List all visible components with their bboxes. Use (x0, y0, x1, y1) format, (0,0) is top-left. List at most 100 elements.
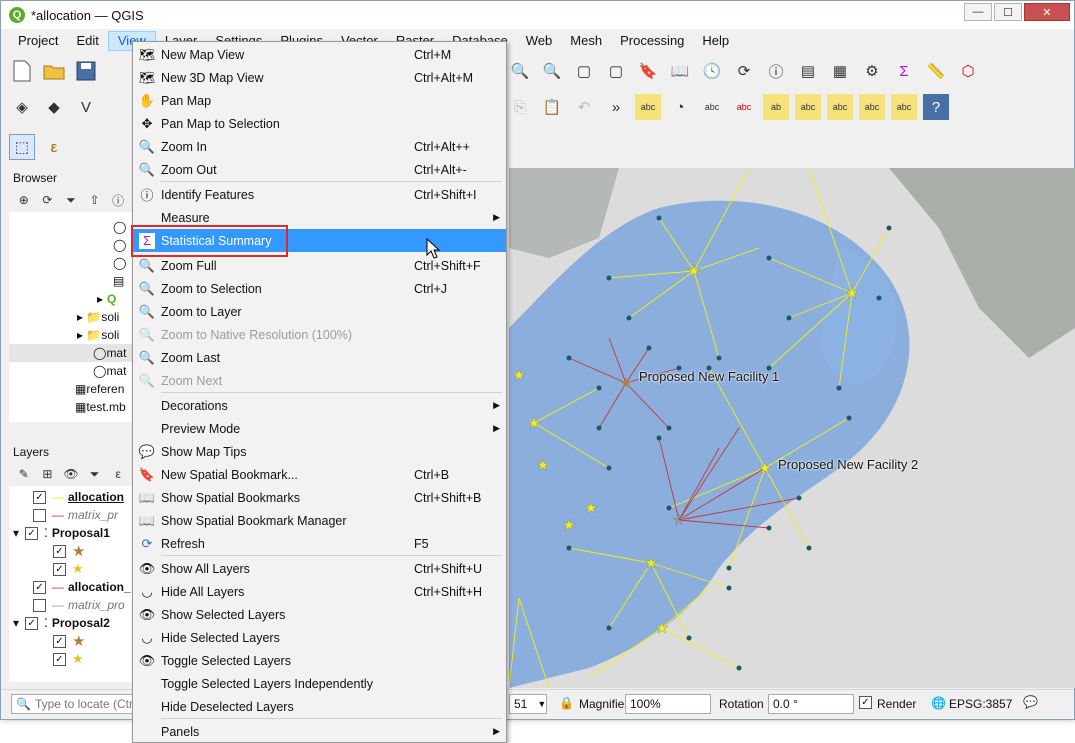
layer-row[interactable]: ✓ — allocation_ (9, 578, 133, 596)
layer-checkbox[interactable] (33, 598, 46, 612)
menu-item-zoom-out[interactable]: 🔍 Zoom Out Ctrl+Alt+- (133, 158, 506, 181)
menu-item-show-spatial-bookmarks[interactable]: 📖 Show Spatial Bookmarks Ctrl+Shift+B (133, 486, 506, 509)
layer-checkbox[interactable]: ✓ (25, 526, 39, 540)
scale-field[interactable]: 51 ▼ (509, 694, 547, 714)
layer-row[interactable]: ▾ ✓ ⁚ Proposal2 (9, 614, 133, 632)
label-pin2-icon[interactable]: ab (763, 94, 789, 120)
eye-icon[interactable]: 👁 (62, 465, 80, 483)
label-view-icon[interactable]: abc (795, 94, 821, 120)
layer-row[interactable]: — matrix_pr (9, 506, 133, 524)
rotation-field[interactable]: 0.0 ° (768, 694, 854, 714)
layer-checkbox[interactable]: ✓ (25, 616, 39, 630)
browser-item[interactable]: ◯ mat (9, 362, 133, 380)
style-brush-icon[interactable]: ✎ (15, 465, 33, 483)
layer-checkbox[interactable]: ✓ (53, 652, 66, 666)
lock-icon[interactable]: 🔒 (559, 696, 574, 710)
menu-item-toggle-selected-layers[interactable]: 👁 Toggle Selected Layers (133, 649, 506, 672)
maximize-button[interactable]: ☐ (994, 3, 1022, 21)
close-button[interactable]: ✕ (1024, 3, 1070, 21)
menu-web[interactable]: Web (517, 31, 562, 51)
browser-item[interactable]: ◯ mat (9, 344, 133, 362)
browser-item[interactable]: ◯ (9, 236, 133, 254)
layer-class-row[interactable]: ✓ ★ (9, 560, 133, 578)
new-3d-view-tool-icon[interactable]: ▢ (603, 58, 629, 84)
copy-icon[interactable]: ⎘ (507, 94, 533, 120)
layer-checkbox[interactable]: ✓ (33, 580, 46, 594)
menu-item-zoom-to-layer[interactable]: 🔍 Zoom to Layer (133, 300, 506, 323)
browser-item-folder[interactable]: ▸ 📁 soli (9, 326, 133, 344)
label-abc-icon[interactable]: abc (635, 94, 661, 120)
layer-checkbox[interactable]: ✓ (53, 562, 66, 576)
menu-item-hide-deselected-layers[interactable]: Hide Deselected Layers (133, 695, 506, 718)
chevron-down-icon[interactable]: ▼ (537, 699, 546, 709)
layer-checkbox[interactable]: ✓ (33, 490, 46, 504)
globe-icon[interactable]: 🌐 (931, 696, 946, 710)
show-bookmarks-tool-icon[interactable]: 📖 (667, 58, 693, 84)
new-geopackage-icon[interactable]: ◆ (41, 94, 67, 120)
menu-item-new-spatial-bookmark[interactable]: 🔖 New Spatial Bookmark... Ctrl+B (133, 463, 506, 486)
browser-refresh-icon[interactable]: ⟳ (39, 191, 57, 209)
crs-label[interactable]: EPSG:3857 (949, 697, 1012, 711)
refresh-tool-icon[interactable]: ⟳ (731, 58, 757, 84)
menu-item-hide-selected-layers[interactable]: ◡ Hide Selected Layers (133, 626, 506, 649)
label-pin-icon[interactable]: abc (699, 94, 725, 120)
menu-item-decorations[interactable]: Decorations ▶ (133, 394, 506, 417)
menu-item-zoom-last[interactable]: 🔍 Zoom Last (133, 346, 506, 369)
magnifier-field[interactable]: 100% (625, 694, 711, 714)
browser-item[interactable]: ▦ test.mb (9, 398, 133, 416)
expand-arrow-icon[interactable]: ▾ (13, 616, 19, 630)
zoom-next-tool-icon[interactable]: 🔍 (539, 58, 565, 84)
menu-item-statistical-summary[interactable]: Σ Statistical Summary (133, 229, 506, 252)
filter-expression-icon[interactable]: ε (109, 465, 127, 483)
menu-item-pan-map-to-selection[interactable]: ✥ Pan Map to Selection (133, 112, 506, 135)
statistical-summary-tool-icon[interactable]: Σ (891, 58, 917, 84)
locator-search[interactable]: 🔍 Type to locate (Ctrl+K) (11, 694, 133, 714)
layer-checkbox[interactable] (33, 508, 46, 522)
layer-row[interactable]: ▾ ✓ ⁚ Proposal1 (9, 524, 133, 542)
menu-item-toggle-independently[interactable]: Toggle Selected Layers Independently (133, 672, 506, 695)
data-source-manager-icon[interactable]: ◈ (9, 94, 35, 120)
menu-item-panels[interactable]: Panels ▶ (133, 720, 506, 743)
field-calculator-icon[interactable]: ▦ (827, 58, 853, 84)
menu-help[interactable]: Help (693, 31, 738, 51)
label-rotate-icon[interactable]: abc (859, 94, 885, 120)
menu-item-show-selected-layers[interactable]: 👁 Show Selected Layers (133, 603, 506, 626)
menu-item-new-3d-map-view[interactable]: 🗺 New 3D Map View Ctrl+Alt+M (133, 66, 506, 89)
layer-filter-icon[interactable]: ⏷ (86, 465, 104, 483)
browser-item[interactable]: ◯ (9, 254, 133, 272)
map-canvas[interactable]: ★ ★ ★ ★ ★ ★ ★ ★ ★ ★ ★ ☆ Proposed New Fac… (509, 168, 1075, 688)
layer-class-row[interactable]: ✓ ★ (9, 542, 133, 560)
more-tools-icon[interactable]: » (603, 94, 629, 120)
identify-tool-icon[interactable]: ⓘ (763, 58, 789, 84)
minimize-button[interactable]: — (964, 3, 992, 21)
menu-item-preview-mode[interactable]: Preview Mode ▶ (133, 417, 506, 440)
layer-class-row[interactable]: ✓ ★ (9, 650, 133, 668)
expand-arrow-icon[interactable]: ▾ (13, 526, 19, 540)
render-checkbox[interactable]: ✓ (859, 696, 872, 709)
menu-item-refresh[interactable]: ⟳ Refresh F5 (133, 532, 506, 555)
digitize-icon[interactable]: V (73, 94, 99, 120)
save-project-icon[interactable] (73, 58, 99, 84)
menu-item-zoom-to-selection[interactable]: 🔍 Zoom to Selection Ctrl+J (133, 277, 506, 300)
label-move-icon[interactable]: abc (827, 94, 853, 120)
menu-project[interactable]: Project (9, 31, 67, 51)
properties-icon[interactable]: ⓘ (109, 191, 127, 209)
paste-icon[interactable]: 📋 (539, 94, 565, 120)
layer-checkbox[interactable]: ✓ (53, 634, 66, 648)
measure-tool-icon[interactable]: 📏 (923, 58, 949, 84)
menu-item-show-all-layers[interactable]: 👁 Show All Layers Ctrl+Shift+U (133, 557, 506, 580)
bookmark-tool-icon[interactable]: 🔖 (635, 58, 661, 84)
select-features-icon[interactable]: ⬚ (9, 134, 35, 160)
temporal-clock-icon[interactable]: 🕓 (699, 58, 725, 84)
layer-row[interactable]: ✓ — allocation (9, 488, 133, 506)
menu-processing[interactable]: Processing (611, 31, 693, 51)
menu-mesh[interactable]: Mesh (561, 31, 611, 51)
label-edit-icon[interactable]: abc (891, 94, 917, 120)
browser-item[interactable]: ◯ (9, 218, 133, 236)
menu-item-pan-map[interactable]: ✋ Pan Map (133, 89, 506, 112)
menu-item-new-map-view[interactable]: 🗺 New Map View Ctrl+M (133, 43, 506, 66)
vertex-tool-icon[interactable]: ⬡ (955, 58, 981, 84)
menu-item-measure[interactable]: Measure ▶ (133, 206, 506, 229)
select-expression-icon[interactable]: ε (41, 134, 67, 160)
menu-item-zoom-in[interactable]: 🔍 Zoom In Ctrl+Alt++ (133, 135, 506, 158)
